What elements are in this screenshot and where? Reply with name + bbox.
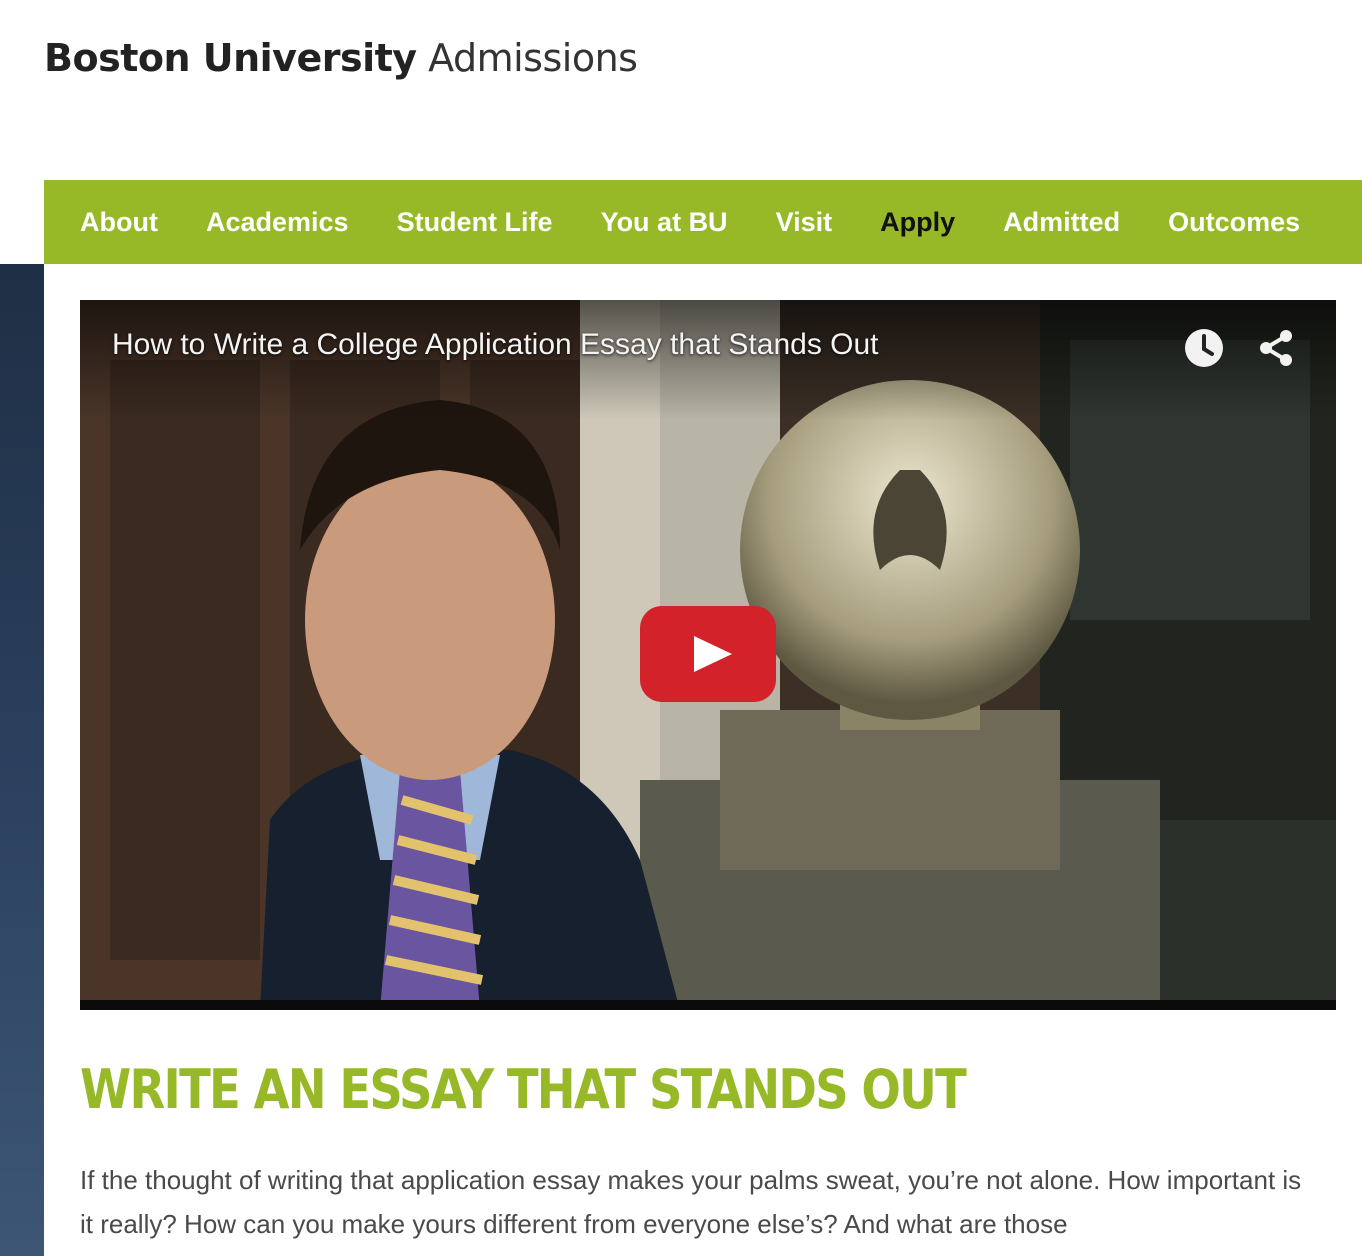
nav-item-outcomes[interactable]: Outcomes — [1168, 207, 1300, 238]
main-navigation: About Academics Student Life You at BU V… — [44, 180, 1362, 264]
page-title: WRITE AN ESSAY THAT STANDS OUT — [80, 1058, 967, 1121]
logo-university: Boston University — [44, 36, 417, 80]
play-icon[interactable] — [640, 606, 776, 702]
nav-item-apply[interactable]: Apply — [880, 207, 955, 238]
nav-item-visit[interactable]: Visit — [776, 207, 833, 238]
video-title[interactable]: How to Write a College Application Essay… — [112, 328, 879, 362]
share-icon[interactable] — [1254, 326, 1298, 370]
nav-item-you-at-bu[interactable]: You at BU — [601, 207, 728, 238]
nav-item-student-life[interactable]: Student Life — [397, 207, 553, 238]
clock-icon[interactable] — [1182, 326, 1226, 370]
nav-item-about[interactable]: About — [80, 207, 158, 238]
video-bottom-bar — [80, 1000, 1336, 1010]
video-player[interactable]: How to Write a College Application Essay… — [80, 300, 1336, 1010]
nav-item-academics[interactable]: Academics — [206, 207, 349, 238]
logo-admissions: Admissions — [428, 36, 638, 80]
nav-item-admitted[interactable]: Admitted — [1003, 207, 1120, 238]
site-header: Boston University Admissions — [0, 0, 1362, 180]
left-sidebar-band — [0, 264, 44, 1256]
site-logo[interactable]: Boston University Admissions — [44, 36, 638, 80]
intro-paragraph: If the thought of writing that applicati… — [80, 1165, 1302, 1239]
